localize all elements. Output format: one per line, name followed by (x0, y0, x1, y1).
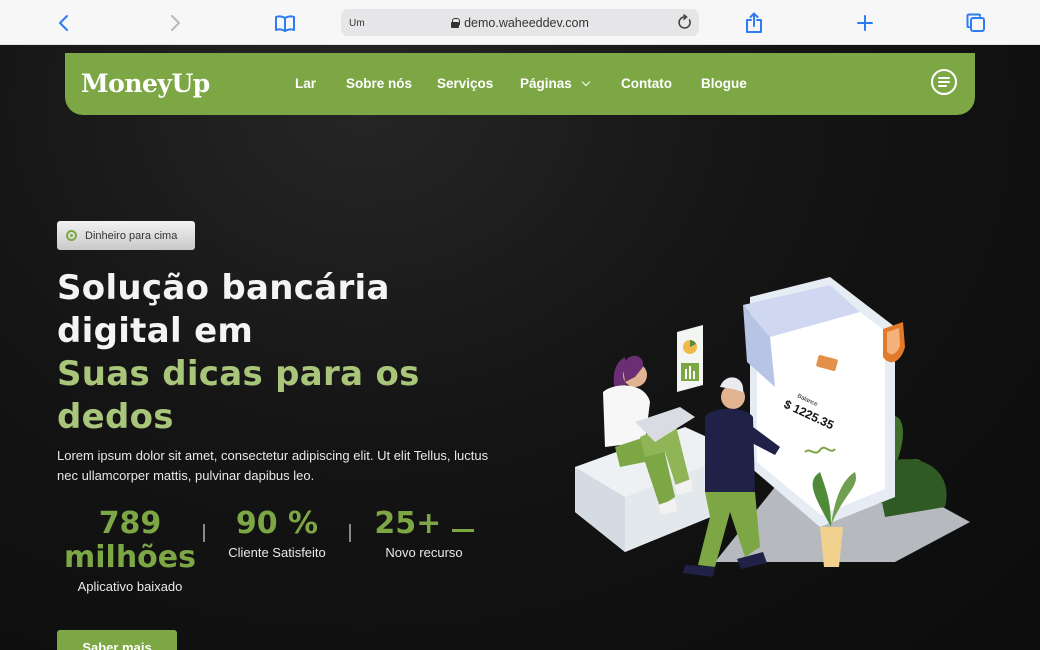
hero-badge-text: Dinheiro para cima (85, 229, 178, 242)
brand-logo[interactable]: MoneyUp (81, 69, 210, 98)
stat-satisfaction-value: 90 % (235, 506, 319, 541)
nav-item-services[interactable]: Serviços (437, 76, 493, 91)
plus-icon (857, 15, 873, 31)
tabs-icon (966, 13, 985, 32)
tabs-overview-button[interactable] (961, 8, 991, 38)
learn-more-button[interactable]: Saber mais (57, 630, 177, 650)
tab-label: Um (349, 18, 365, 29)
stat-satisfaction: 90 % Cliente Satisfeito (212, 506, 342, 561)
chevron-left-icon (59, 15, 68, 31)
share-icon (746, 12, 762, 33)
stat-divider (203, 524, 205, 542)
site-navbar: MoneyUp Lar Sobre nós Serviços Páginas C… (65, 53, 975, 115)
hero-title-line1: Solução bancária (57, 268, 390, 308)
stat-features-value: 25+ (362, 507, 486, 541)
stat-downloads-value: 789 milhões (64, 506, 196, 575)
book-icon (275, 15, 295, 32)
menu-icon[interactable] (931, 69, 957, 95)
target-icon (66, 230, 77, 241)
nav-item-pages[interactable]: Páginas (520, 76, 591, 91)
hero-illustration: Balance $ 1225.35 (575, 277, 970, 577)
chevron-right-icon (171, 15, 180, 31)
stat-downloads-label: Aplicativo baixado (77, 579, 183, 594)
hero-title-line3: Suas dicas para os (57, 354, 420, 394)
url-value: demo.waheeddev.com (464, 15, 589, 30)
hero-description: Lorem ipsum dolor sit amet, consectetur … (57, 448, 489, 483)
nav-item-home[interactable]: Lar (295, 76, 316, 91)
lock-icon (451, 17, 461, 28)
url-text: demo.waheeddev.com (451, 16, 589, 30)
back-button[interactable] (49, 8, 79, 38)
nav-item-blog[interactable]: Blogue (701, 76, 747, 91)
browser-toolbar: Um demo.waheeddev.com (0, 0, 1040, 45)
stat-divider (349, 524, 351, 542)
nav-item-contact[interactable]: Contato (621, 76, 672, 91)
new-tab-button[interactable] (850, 8, 880, 38)
address-bar[interactable]: Um demo.waheeddev.com (341, 9, 699, 36)
stat-downloads: 789 milhões Aplicativo baixado (60, 506, 200, 595)
stat-satisfaction-label: Cliente Satisfeito (228, 545, 326, 560)
hero-title-line4: dedos (57, 397, 174, 437)
bookmarks-button[interactable] (270, 8, 300, 38)
share-button[interactable] (739, 8, 769, 38)
forward-button[interactable] (160, 8, 190, 38)
reload-icon[interactable] (677, 14, 693, 31)
hero-badge: Dinheiro para cima (57, 221, 195, 250)
hero-title-line2: digital em (57, 311, 254, 351)
stat-features-label: Novo recurso (385, 545, 463, 560)
hero-title: Solução bancária digital em Suas dicas p… (57, 267, 420, 439)
nav-item-about[interactable]: Sobre nós (346, 76, 412, 91)
underline-mark (451, 529, 474, 532)
chart-card-graphic (677, 325, 703, 392)
nav-item-pages-label: Páginas (520, 76, 572, 91)
chevron-down-icon (581, 77, 591, 87)
page: MoneyUp Lar Sobre nós Serviços Páginas C… (0, 45, 1040, 650)
stat-features: 25+ Novo recurso (362, 507, 486, 560)
